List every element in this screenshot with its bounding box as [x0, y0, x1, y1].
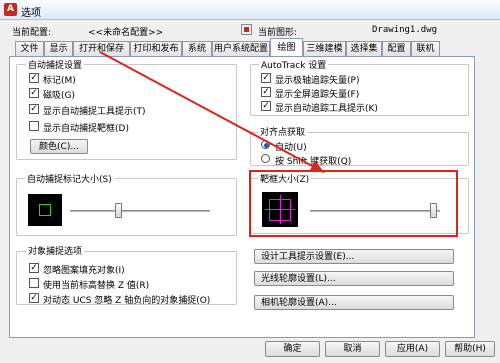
annotation-arrow-icon	[99, 51, 325, 173]
